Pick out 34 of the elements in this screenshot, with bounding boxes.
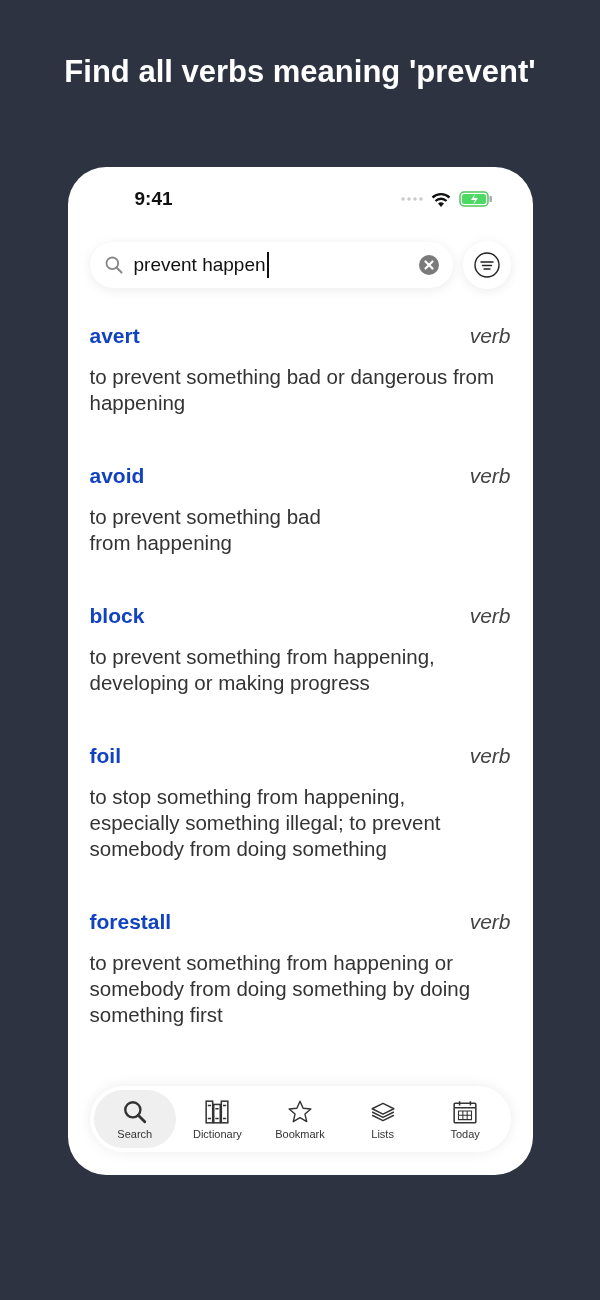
- headline: Find all verbs meaning 'prevent': [64, 53, 536, 91]
- star-icon: [287, 1098, 313, 1125]
- tab[interactable]: Lists: [341, 1090, 424, 1148]
- part-of-speech: verb: [469, 910, 511, 934]
- wifi-icon: [430, 191, 451, 207]
- filter-icon: [473, 252, 500, 278]
- search-field[interactable]: prevent happen: [89, 242, 453, 288]
- entry-word[interactable]: foil: [89, 744, 121, 768]
- tab[interactable]: Search: [93, 1090, 177, 1148]
- tab[interactable]: Today: [423, 1090, 507, 1148]
- search-query: prevent happen: [133, 254, 266, 276]
- part-of-speech: verb: [469, 464, 511, 488]
- signal-icon: [400, 197, 423, 201]
- entry-definition: to stop something from happening, especially something illegal; to prevent somebody from doing something: [89, 784, 442, 862]
- tab[interactable]: Bookmark: [258, 1090, 342, 1148]
- battery-icon: [458, 191, 493, 207]
- books-icon: [204, 1098, 231, 1125]
- part-of-speech: verb: [469, 324, 511, 348]
- status-time: 9:41: [134, 188, 173, 210]
- entry-definition: to prevent something from happening, developing or making progress: [89, 644, 436, 696]
- tab[interactable]: Dictionary: [176, 1090, 259, 1148]
- clear-icon[interactable]: [418, 255, 439, 275]
- entry-word[interactable]: forestall: [89, 910, 172, 934]
- entry-word[interactable]: block: [89, 604, 145, 628]
- entry-definition: to prevent something bad or dangerous from happening: [89, 364, 496, 416]
- entry-definition: to prevent something from happening or somebody from doing something by doing something first: [89, 950, 472, 1028]
- search-icon: [103, 255, 124, 275]
- calendar-icon: [452, 1098, 479, 1125]
- entry-definition: to prevent something bad from happening: [89, 504, 322, 556]
- part-of-speech: verb: [469, 744, 511, 768]
- entry-word[interactable]: avert: [89, 324, 140, 348]
- search-icon: [121, 1098, 148, 1125]
- entry-word[interactable]: avoid: [89, 464, 145, 488]
- part-of-speech: verb: [469, 604, 511, 628]
